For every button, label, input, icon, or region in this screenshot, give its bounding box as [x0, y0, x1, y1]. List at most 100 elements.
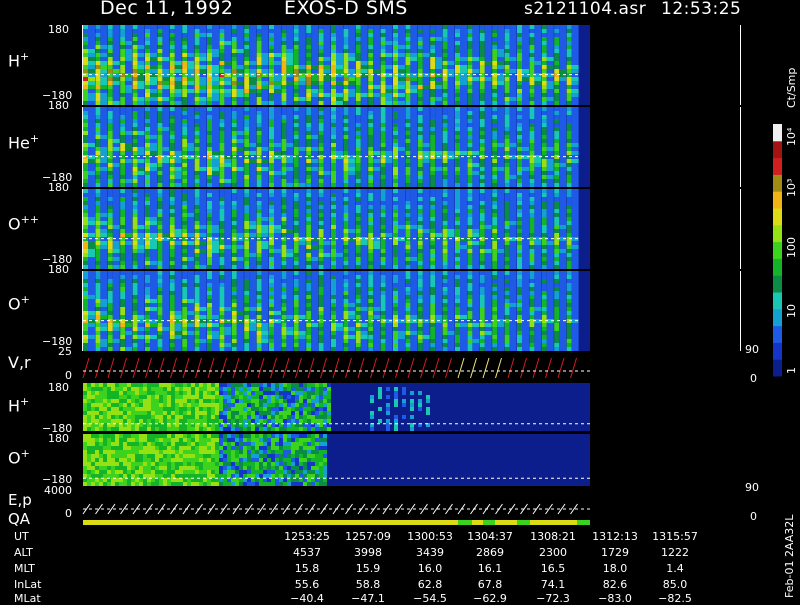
pitch-angle-cell: [195, 225, 200, 229]
pitch-angle-cell: [405, 205, 410, 209]
pitch-angle-cell: [311, 135, 318, 139]
pitch-angle-cell: [497, 143, 504, 147]
pitch-angle-cell: [455, 151, 460, 155]
pitch-angle-cell: [430, 175, 435, 179]
pitch-angle-cell: [435, 139, 442, 143]
pitch-angle-cell: [448, 101, 455, 105]
pitch-angle-cell: [145, 45, 150, 49]
pitch-angle-cell: [120, 29, 125, 33]
pitch-angle-cell: [443, 193, 448, 197]
pitch-angle-cell: [306, 217, 311, 221]
pitch-angle-cell: [398, 197, 405, 201]
pitch-angle-cell: [554, 201, 559, 205]
pitch-angle-cell: [319, 171, 324, 175]
pitch-angle-cell: [306, 193, 311, 197]
pitch-angle-cell: [418, 183, 423, 187]
pitch-angle-cell: [497, 175, 504, 179]
pitch-angle-cell: [534, 111, 541, 115]
pitch-angle-cell: [299, 241, 306, 245]
pitch-angle-cell: [294, 81, 299, 85]
pitch-angle-cell: [430, 205, 435, 209]
pitch-angle-cell: [356, 107, 361, 111]
pitch-angle-cell: [182, 53, 187, 57]
pitch-angle-cell: [294, 25, 299, 29]
pitch-angle-cell: [108, 265, 113, 269]
pitch-angle-cell: [219, 241, 224, 245]
pitch-angle-cell: [393, 245, 398, 249]
pitch-angle-cell: [237, 119, 244, 123]
pitch-angle-cell: [274, 61, 281, 65]
pitch-angle-cell: [572, 249, 579, 253]
pitch-angle-cell: [559, 65, 566, 69]
pitch-angle-cell: [331, 61, 336, 65]
pitch-angle-cell: [443, 257, 448, 261]
pitch-angle-cell: [418, 143, 423, 147]
pitch-angle-cell: [249, 101, 256, 105]
pitch-angle-cell: [398, 209, 405, 213]
pitch-angle-cell: [435, 183, 442, 187]
pitch-angle-cell: [237, 97, 244, 101]
pitch-angle-cell: [145, 261, 150, 265]
pitch-angle-cell: [398, 171, 405, 175]
pitch-angle-cell: [83, 311, 88, 315]
pitch-angle-cell: [460, 49, 467, 53]
pitch-angle-cell: [170, 143, 175, 147]
pitch-angle-cell: [467, 45, 472, 49]
pitch-angle-cell: [306, 241, 311, 245]
pitch-angle-cell: [182, 61, 187, 65]
pitch-angle-cell: [547, 147, 554, 151]
pitch-angle-cell: [195, 123, 200, 127]
pitch-angle-cell: [306, 33, 311, 37]
pitch-angle-cell: [249, 57, 256, 61]
pitch-angle-cell: [480, 53, 485, 57]
pitch-angle-cell: [100, 131, 107, 135]
pitch-angle-cell: [356, 33, 361, 37]
pitch-angle-cell: [212, 241, 219, 245]
pitch-angle-cell: [336, 183, 343, 187]
pitch-angle-cell: [410, 245, 417, 249]
pitch-angle-cell: [319, 37, 324, 41]
pitch-angle-cell: [410, 89, 417, 93]
pitch-angle-cell: [100, 253, 107, 257]
pitch-angle-cell: [529, 151, 534, 155]
pitch-angle-cell: [418, 29, 423, 33]
pitch-angle-cell: [373, 123, 380, 127]
pitch-angle-cell: [529, 115, 534, 119]
pitch-angle-cell: [244, 93, 249, 97]
pitch-angle-cell: [157, 119, 162, 123]
pitch-angle-cell: [244, 143, 249, 147]
pitch-angle-cell: [299, 139, 306, 143]
pitch-angle-cell: [356, 135, 361, 139]
pitch-angle-cell: [224, 213, 231, 217]
pitch-angle-cell: [381, 131, 386, 135]
pitch-angle-cell: [418, 213, 423, 217]
pitch-angle-cell: [460, 53, 467, 57]
pitch-angle-cell: [348, 119, 355, 123]
pitch-angle-cell: [83, 159, 88, 163]
pitch-angle-cell: [224, 167, 231, 171]
pitch-angle-cell: [187, 225, 194, 229]
pitch-angle-cell: [492, 97, 497, 101]
pitch-angle-cell: [100, 233, 107, 237]
pitch-angle-cell: [294, 159, 299, 163]
pitch-angle-cell: [286, 189, 293, 193]
pitch-angle-cell: [145, 97, 150, 101]
pitch-angle-cell: [138, 241, 145, 245]
pitch-angle-cell: [100, 65, 107, 69]
pitch-angle-cell: [423, 41, 430, 45]
pitch-angle-cell: [100, 331, 107, 335]
pitch-angle-cell: [133, 101, 138, 105]
pitch-angle-cell: [567, 29, 572, 33]
pitch-angle-cell: [249, 119, 256, 123]
pitch-angle-cell: [319, 229, 324, 233]
pitch-angle-cell: [435, 229, 442, 233]
pitch-angle-cell: [83, 61, 88, 65]
pitch-angle-cell: [492, 25, 497, 29]
pitch-angle-cell: [405, 147, 410, 151]
pitch-angle-cell: [212, 25, 219, 29]
pitch-angle-cell: [373, 213, 380, 217]
pitch-angle-cell: [467, 33, 472, 37]
pitch-angle-cell: [398, 69, 405, 73]
pitch-angle-cell: [472, 249, 479, 253]
pitch-angle-cell: [120, 135, 125, 139]
